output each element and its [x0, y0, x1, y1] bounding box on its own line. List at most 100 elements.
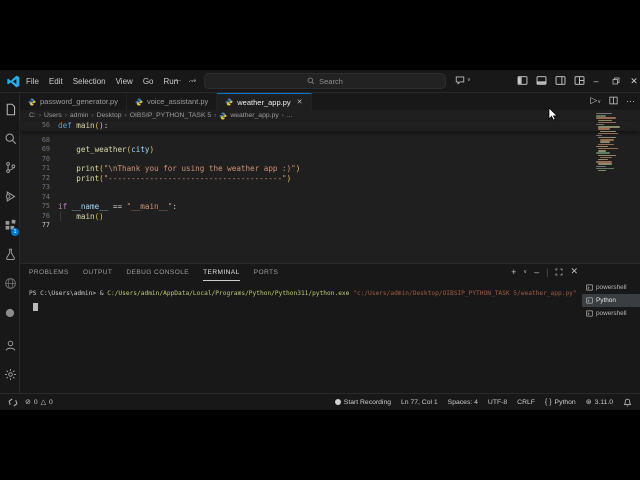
problems-status[interactable]: ⊘ 0 △ 0: [25, 398, 53, 407]
breadcrumb-separator: ›: [64, 112, 67, 119]
breadcrumb-item-users[interactable]: Users: [44, 112, 62, 119]
toggle-sidebar-icon[interactable]: [517, 75, 528, 86]
notifications-bell-icon[interactable]: [623, 398, 632, 407]
breadcrumb-item-desktop[interactable]: Desktop: [97, 112, 122, 119]
breadcrumb-item-weather-app-py[interactable]: weather_app.py: [230, 112, 278, 119]
line-number: 76: [41, 211, 50, 220]
new-terminal-icon[interactable]: +: [511, 267, 516, 277]
explorer-icon[interactable]: [0, 95, 20, 124]
extensions-badge: 1: [11, 228, 19, 236]
activity-bar: 1: [0, 93, 20, 393]
copilot-chat-icon[interactable]: ∨: [455, 75, 471, 85]
recorder-extension-icon[interactable]: [0, 298, 20, 327]
code-text: │ main(): [58, 211, 104, 221]
toggle-panel-icon[interactable]: [536, 75, 547, 86]
terminal-profile-dropdown-icon[interactable]: ∨: [523, 269, 527, 275]
menu-item-edit[interactable]: Edit: [44, 75, 68, 88]
window-maximize-button[interactable]: [608, 73, 624, 89]
command-center-search[interactable]: Search: [204, 73, 446, 89]
code-editor[interactable]: 56 def main(): 68 69 get_weather(city) 70 71…: [20, 121, 640, 263]
status-3-11-0[interactable]: ⊛ 3.11.0: [585, 398, 613, 407]
minimap-line: [598, 163, 612, 165]
line-number: 56: [41, 121, 50, 129]
tab-voice-assistant-py[interactable]: voice_assistant.py: [126, 93, 218, 110]
tab-password-generator-py[interactable]: password_generator.py: [20, 93, 127, 110]
sticky-scroll-line: 56 def main():: [20, 121, 640, 131]
account-icon[interactable]: [0, 331, 20, 360]
minimize-panel-icon[interactable]: –: [534, 267, 539, 277]
maximize-panel-icon[interactable]: [555, 268, 563, 276]
customize-layout-icon[interactable]: [574, 75, 585, 86]
terminal-instance-python[interactable]: Python: [582, 294, 640, 307]
search-view-icon[interactable]: [0, 124, 20, 153]
status-start-recording[interactable]: Start Recording: [334, 399, 391, 406]
toggle-secondary-sidebar-icon[interactable]: [555, 75, 566, 86]
terminal-command-line[interactable]: PS C:\Users\admin> & C:/Users/admin/AppD…: [29, 290, 577, 297]
run-debug-icon[interactable]: [0, 182, 20, 211]
terminal-instance-label: Python: [596, 297, 616, 304]
breadcrumb-item-item[interactable]: ...: [287, 112, 293, 119]
line-number: 73: [41, 183, 50, 191]
testing-icon[interactable]: [0, 240, 20, 269]
terminal-instance-powershell[interactable]: powershell: [582, 281, 640, 294]
code-line: 56 def main():: [20, 121, 640, 131]
vscode-logo-icon: [7, 75, 20, 88]
minimap[interactable]: [596, 113, 626, 172]
line-number: 77: [41, 221, 50, 229]
status-python[interactable]: { } Python: [545, 399, 576, 406]
search-icon: [307, 77, 315, 85]
source-control-icon[interactable]: [0, 153, 20, 182]
menu-item-view[interactable]: View: [111, 75, 138, 88]
minimap-line: [596, 152, 610, 154]
panel-tab-debug-console[interactable]: DEBUG CONSOLE: [126, 264, 189, 281]
line-number: 70: [41, 154, 50, 163]
python-file-icon: [225, 98, 233, 106]
remote-explorer-icon[interactable]: [0, 269, 20, 298]
breadcrumb-separator: ›: [214, 112, 217, 119]
editor-tab-bar: password_generator.py voice_assistant.py w…: [20, 93, 640, 110]
minimap-line: [596, 117, 616, 119]
split-editor-icon[interactable]: [609, 96, 618, 105]
breadcrumb-item-c[interactable]: C:: [29, 112, 36, 119]
status-spaces-4[interactable]: Spaces: 4: [448, 399, 478, 406]
mouse-cursor: [548, 108, 558, 121]
settings-gear-icon[interactable]: [0, 360, 20, 389]
python-file-icon: [135, 98, 143, 105]
status-crlf[interactable]: CRLF: [517, 399, 535, 406]
nav-forward-icon[interactable]: →: [188, 74, 198, 85]
tab-close-icon[interactable]: ✕: [297, 98, 303, 106]
menu-item-selection[interactable]: Selection: [68, 75, 111, 88]
status-icon: ⊛: [585, 399, 592, 406]
remote-indicator-icon[interactable]: [8, 398, 18, 407]
nav-back-icon[interactable]: ←: [173, 74, 183, 85]
terminal-instance-powershell[interactable]: powershell: [582, 307, 640, 320]
close-panel-icon[interactable]: ✕: [570, 266, 578, 277]
code-text: if __name__ == "__main__":: [58, 202, 177, 211]
menu-item-file[interactable]: File: [21, 75, 44, 88]
minimap-line: [600, 139, 614, 141]
panel-tab-terminal[interactable]: TERMINAL: [203, 264, 240, 281]
line-number: 68: [41, 135, 50, 144]
run-python-file-button[interactable]: ▷∨: [590, 95, 601, 106]
more-actions-icon[interactable]: ···: [626, 96, 635, 106]
terminal-icon: [586, 310, 593, 317]
extensions-icon[interactable]: 1: [0, 211, 20, 240]
code-line: 77: [20, 221, 640, 231]
status-label: UTF-8: [487, 398, 508, 406]
window-minimize-button[interactable]: –: [588, 73, 604, 89]
panel-tab-output[interactable]: OUTPUT: [83, 264, 113, 281]
breadcrumb[interactable]: C: › Users › admin › Desktop › OIBSIP_PYTHON_TAS…: [20, 110, 640, 121]
status-ln-77-col-1[interactable]: Ln 77, Col 1: [401, 399, 438, 406]
tab-weather-app-py[interactable]: weather_app.py ✕: [217, 93, 312, 110]
status-label: Spaces: 4: [447, 398, 478, 406]
panel-tab-ports[interactable]: PORTS: [254, 264, 279, 281]
minimap-line: [600, 141, 610, 143]
breadcrumb-item-admin[interactable]: admin: [70, 112, 89, 119]
breadcrumb-separator: ›: [281, 112, 284, 119]
breadcrumb-item-oibsip-python-task-5[interactable]: OIBSIP_PYTHON_TASK 5: [130, 112, 211, 119]
status-utf-8[interactable]: UTF-8: [488, 399, 507, 406]
menu-item-go[interactable]: Go: [138, 75, 159, 88]
panel-tab-problems[interactable]: PROBLEMS: [29, 264, 69, 281]
window-close-button[interactable]: ✕: [626, 73, 640, 89]
line-number: 75: [41, 202, 50, 210]
